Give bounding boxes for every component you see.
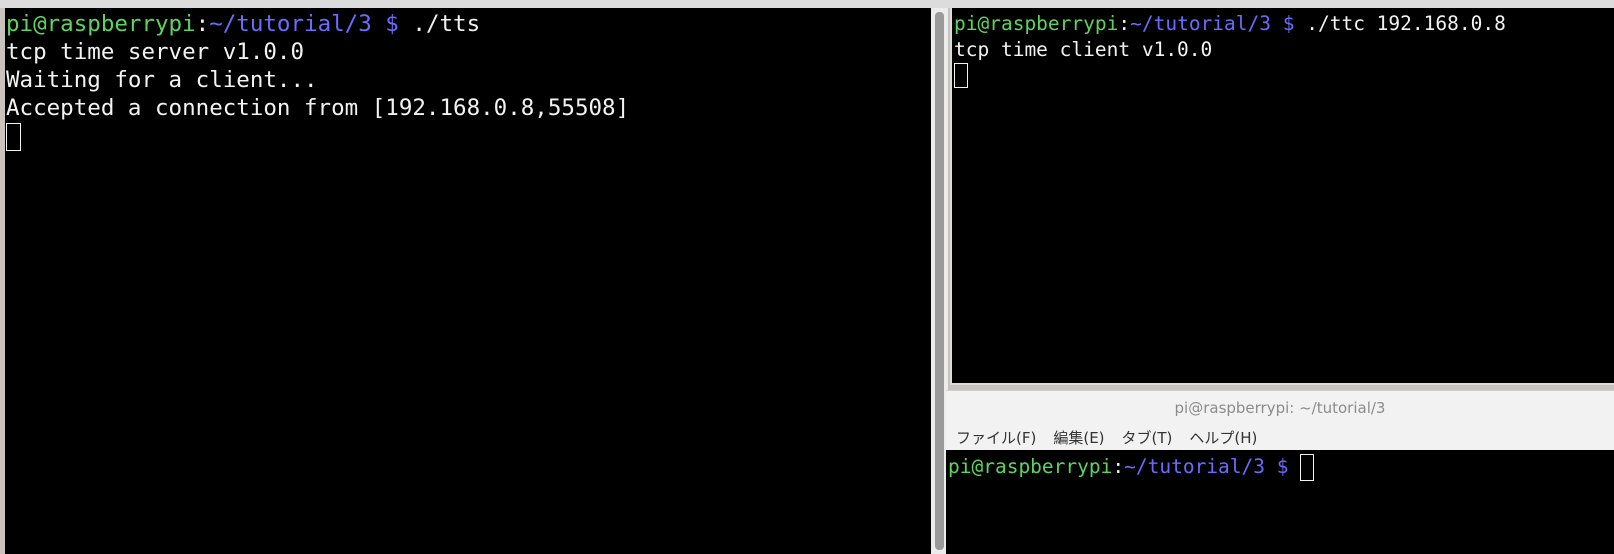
- text-cursor: [954, 63, 968, 88]
- prompt-dollar: $: [1265, 455, 1301, 478]
- prompt-path: ~/tutorial/3: [1124, 455, 1266, 478]
- output-line: Accepted a connection from [192.168.0.8,…: [6, 95, 630, 121]
- server-terminal[interactable]: pi@raspberrypi:~/tutorial/3 $ ./tts tcp …: [5, 8, 931, 554]
- output-line: tcp time server v1.0.0: [6, 39, 305, 65]
- menu-help[interactable]: ヘルプ(H): [1189, 427, 1257, 448]
- client-terminal[interactable]: pi@raspberrypi:~/tutorial/3 $ ./ttc 192.…: [950, 8, 1614, 385]
- text-cursor: [1300, 454, 1315, 481]
- menu-edit[interactable]: 編集(E): [1053, 427, 1104, 448]
- prompt-separator: :: [1118, 12, 1131, 35]
- text-cursor: [6, 122, 21, 151]
- prompt-separator: :: [195, 11, 210, 37]
- prompt-path: ~/tutorial/3: [1130, 12, 1272, 35]
- prompt-line: pi@raspberrypi:~/tutorial/3 $ ./ttc 192.…: [954, 11, 1614, 37]
- prompt-line: pi@raspberrypi:~/tutorial/3 $: [948, 454, 1614, 481]
- output-line: tcp time client v1.0.0: [954, 37, 1213, 61]
- window-title: pi@raspberrypi: ~/tutorial/3: [1174, 399, 1386, 417]
- menu-file[interactable]: ファイル(F): [956, 427, 1036, 448]
- prompt-user: pi@raspberrypi: [948, 455, 1113, 478]
- prompt-dollar: $: [1271, 12, 1295, 35]
- prompt-path: ~/tutorial/3: [209, 11, 372, 37]
- scrollbar-thumb[interactable]: [935, 12, 944, 550]
- menu-tab[interactable]: タブ(T): [1122, 427, 1173, 448]
- command-text: ./tts: [398, 11, 481, 37]
- prompt-dollar: $: [371, 11, 399, 37]
- prompt-line: pi@raspberrypi:~/tutorial/3 $ ./tts: [6, 10, 931, 38]
- new-terminal[interactable]: pi@raspberrypi:~/tutorial/3 $: [946, 450, 1614, 554]
- menu-bar: ファイル(F) 編集(E) タブ(T) ヘルプ(H): [946, 424, 1614, 450]
- window-titlebar[interactable]: pi@raspberrypi: ~/tutorial/3: [946, 390, 1614, 424]
- prompt-separator: :: [1112, 455, 1125, 478]
- output-line: Waiting for a client...: [6, 67, 318, 93]
- prompt-user: pi@raspberrypi: [6, 11, 196, 37]
- command-text: ./ttc 192.168.0.8: [1294, 12, 1506, 35]
- desktop-top-strip: [0, 0, 1614, 8]
- prompt-user: pi@raspberrypi: [954, 12, 1119, 35]
